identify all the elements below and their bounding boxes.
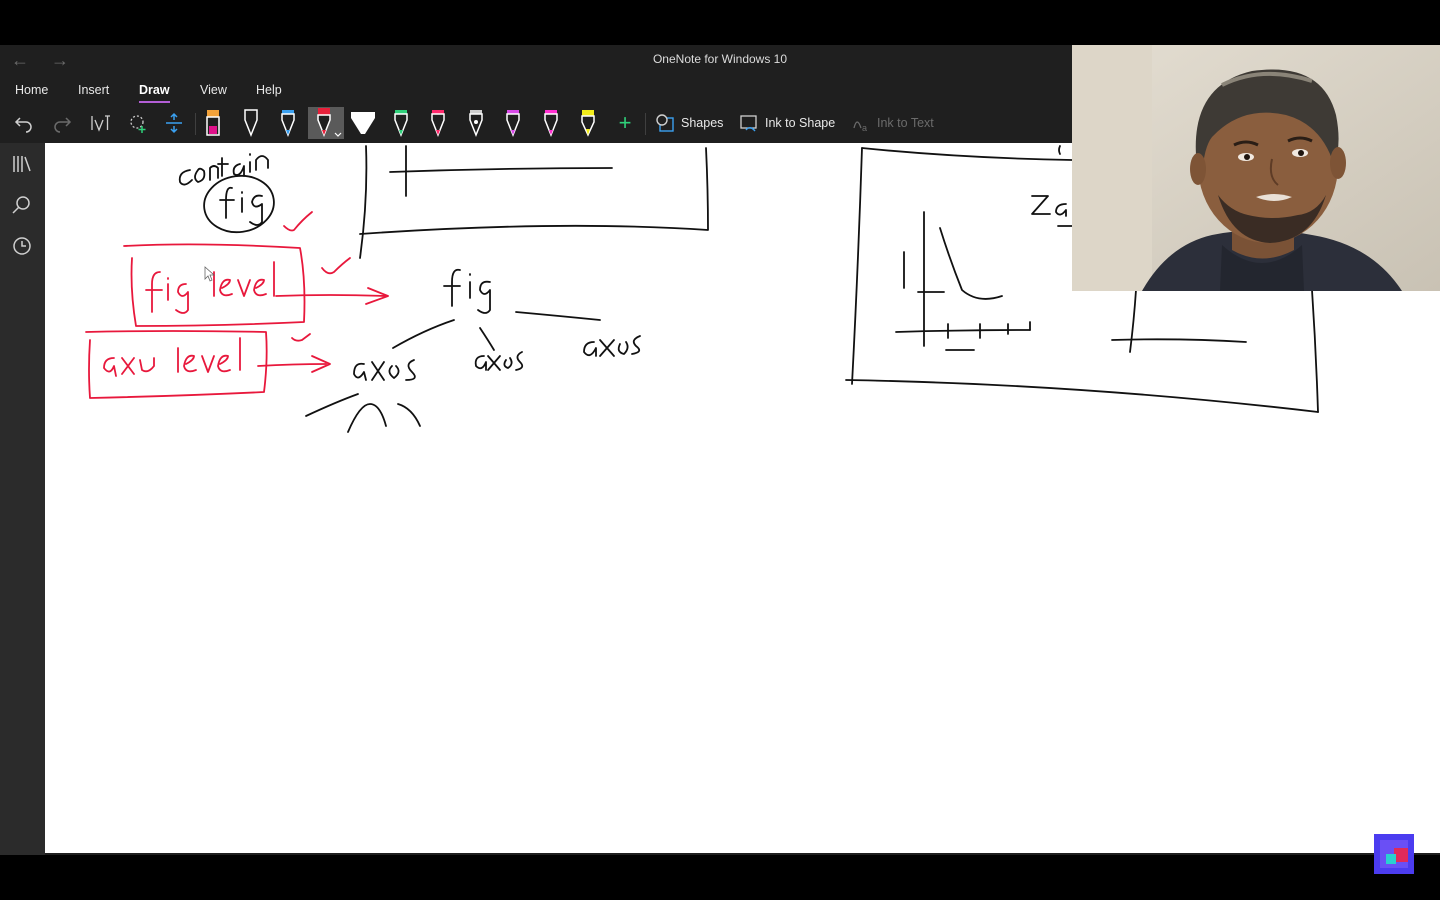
pen-icon bbox=[506, 110, 520, 138]
highlighter-icon bbox=[206, 110, 220, 136]
red-ink-strokes bbox=[85, 211, 389, 399]
pen-icon bbox=[244, 109, 258, 138]
navigation-rail bbox=[0, 143, 45, 855]
lasso-select-icon bbox=[130, 115, 146, 133]
ink-to-text-button: Ink to Text bbox=[877, 116, 934, 130]
highlighter-icon bbox=[581, 110, 595, 137]
add-pen-button[interactable]: + bbox=[610, 107, 640, 139]
pen-icon bbox=[544, 110, 558, 138]
pen-icon bbox=[469, 110, 483, 138]
undo-icon bbox=[14, 117, 32, 133]
pen-slot-3[interactable] bbox=[273, 107, 303, 139]
pen-slot-9[interactable] bbox=[498, 107, 528, 139]
pen-slot-8[interactable] bbox=[461, 107, 491, 139]
shapes-icon bbox=[656, 114, 674, 132]
letterbox-bottom bbox=[0, 855, 1440, 900]
pen-icon bbox=[394, 110, 408, 138]
plus-icon: + bbox=[618, 110, 632, 135]
webcam-overlay bbox=[1072, 45, 1440, 291]
presenter-video bbox=[1072, 45, 1440, 291]
lasso-select-button[interactable] bbox=[123, 107, 153, 139]
ink-to-shape-icon bbox=[740, 115, 757, 132]
pen-slot-2[interactable] bbox=[236, 107, 266, 139]
toolbar-separator bbox=[645, 113, 646, 135]
tab-home[interactable]: Home bbox=[15, 83, 48, 97]
type-select-button[interactable] bbox=[85, 107, 115, 139]
svg-text:a: a bbox=[862, 123, 867, 133]
search-icon[interactable] bbox=[11, 194, 33, 216]
notebooks-icon[interactable] bbox=[11, 153, 33, 175]
redo-button[interactable] bbox=[47, 107, 77, 139]
ink-to-shape-button[interactable]: Ink to Shape bbox=[765, 116, 835, 130]
ink-to-shape-icon-wrap[interactable] bbox=[734, 107, 764, 139]
recent-icon[interactable] bbox=[11, 235, 33, 257]
ink-to-text-icon-wrap: a bbox=[846, 107, 876, 139]
type-select-icon bbox=[91, 115, 110, 132]
toolbar-separator bbox=[195, 113, 196, 135]
recorder-tray-icon[interactable] bbox=[1374, 834, 1414, 874]
tab-view[interactable]: View bbox=[200, 83, 227, 97]
ink-to-text-icon: a bbox=[853, 121, 867, 133]
pen-slot-10[interactable] bbox=[536, 107, 566, 139]
tab-draw-label: Draw bbox=[139, 83, 170, 97]
undo-button[interactable] bbox=[9, 107, 39, 139]
shapes-button[interactable]: Shapes bbox=[681, 116, 723, 130]
tab-draw[interactable]: Draw bbox=[139, 83, 170, 103]
tab-help[interactable]: Help bbox=[256, 83, 282, 97]
pen-icon bbox=[351, 112, 375, 134]
tab-insert[interactable]: Insert bbox=[78, 83, 109, 97]
add-space-button[interactable] bbox=[159, 107, 189, 139]
pen-icon bbox=[317, 108, 342, 138]
pen-slot-4-selected[interactable] bbox=[308, 107, 344, 139]
redo-icon bbox=[54, 117, 72, 133]
pen-icon bbox=[281, 110, 295, 138]
shapes-icon-wrap[interactable] bbox=[650, 107, 680, 139]
pen-slot-7[interactable] bbox=[423, 107, 453, 139]
pen-slot-6[interactable] bbox=[386, 107, 416, 139]
pen-slot-5[interactable] bbox=[348, 107, 378, 139]
pen-icon bbox=[431, 110, 445, 138]
letterbox-top bbox=[0, 0, 1440, 45]
add-space-icon bbox=[166, 112, 182, 134]
pen-slot-1[interactable] bbox=[198, 107, 228, 139]
mouse-cursor-icon bbox=[204, 266, 216, 282]
pen-slot-11[interactable] bbox=[573, 107, 603, 139]
